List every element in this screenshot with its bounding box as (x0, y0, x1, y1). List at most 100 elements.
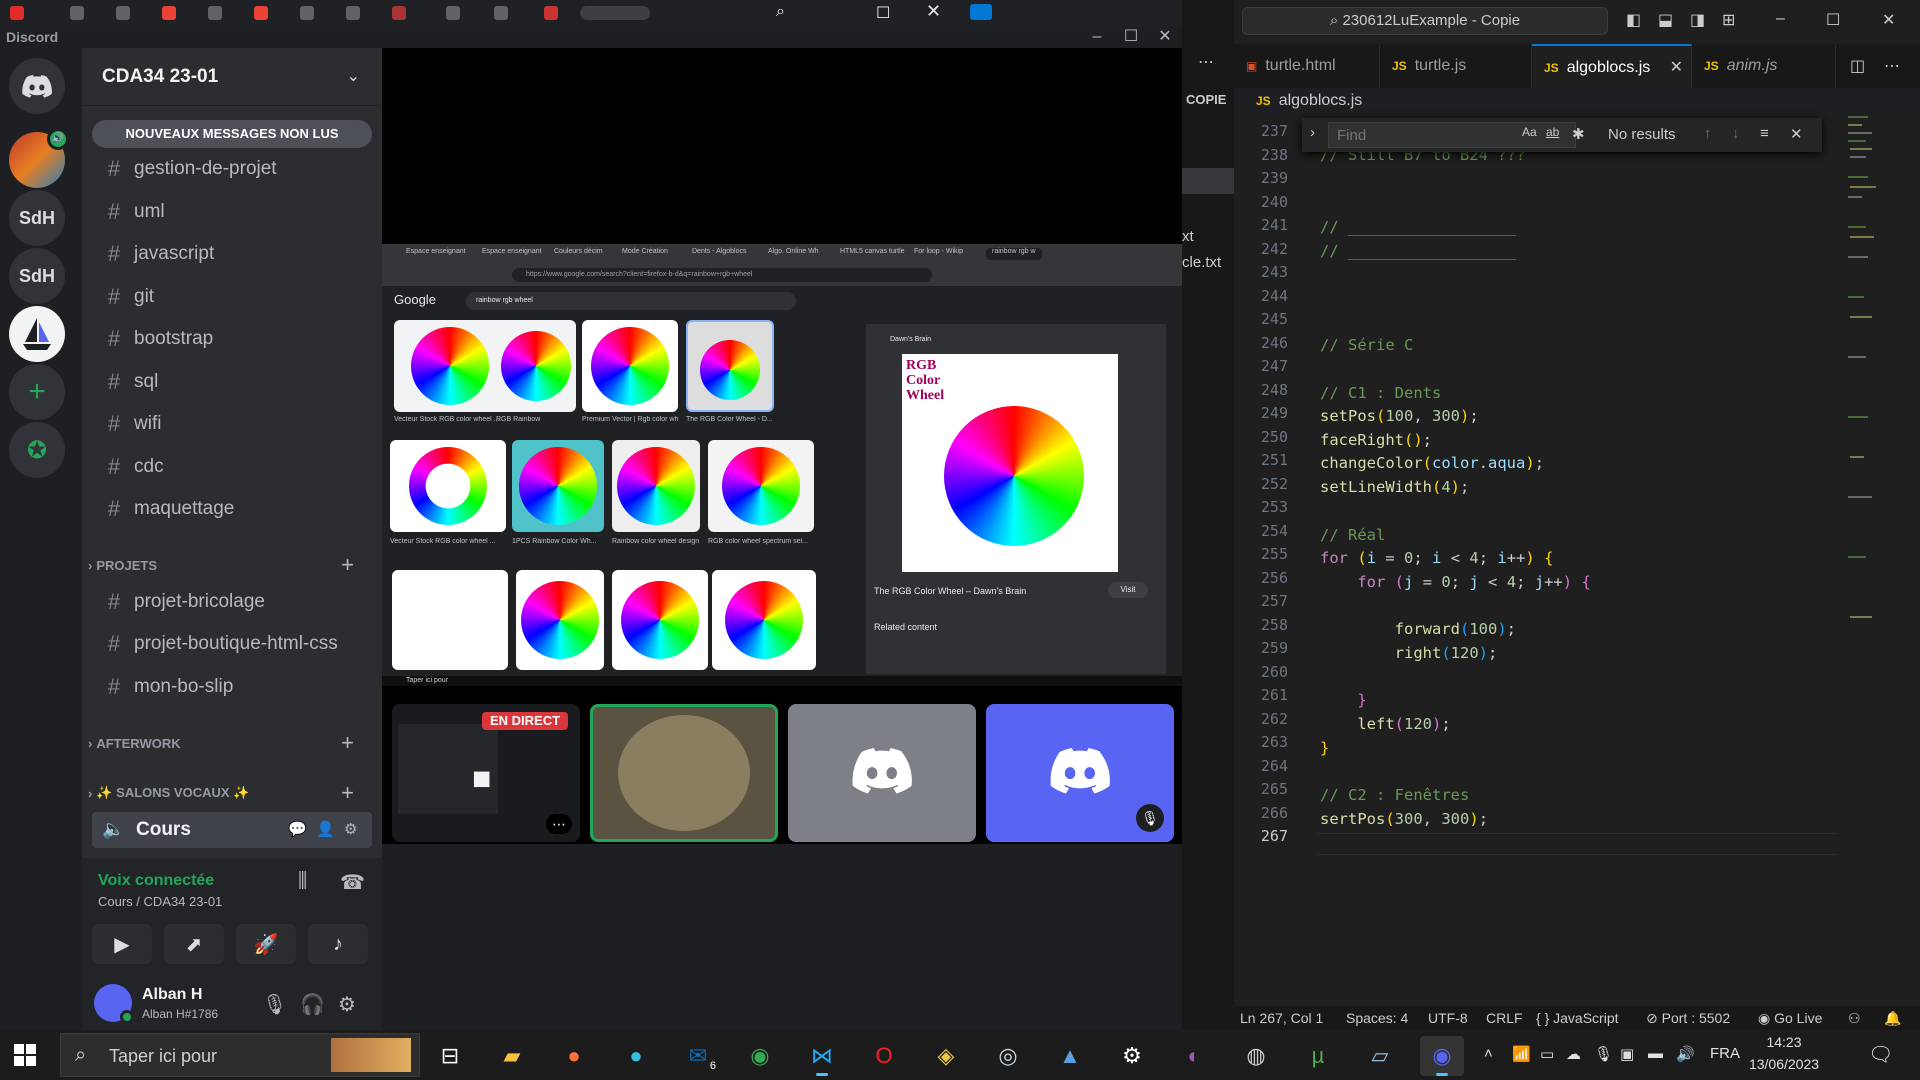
soundboard-button[interactable]: ♪ (308, 924, 368, 964)
channel-git[interactable]: # git (92, 280, 372, 314)
photos-icon[interactable]: ▲ (1048, 1036, 1092, 1076)
channel-sql[interactable]: # sql (92, 365, 372, 399)
encoding[interactable]: UTF-8 (1428, 1010, 1468, 1026)
add-channel-icon[interactable]: + (341, 730, 354, 756)
tab-icon[interactable] (116, 6, 130, 20)
firefox-icon[interactable]: ● (552, 1036, 596, 1076)
tab-icon[interactable] (392, 6, 406, 20)
live-server-port[interactable]: ⊘ Port : 5502 (1646, 1010, 1730, 1027)
file-explorer-icon[interactable]: ▰ (490, 1036, 534, 1076)
show-hidden-icons[interactable]: ˄ (1484, 1045, 1493, 1062)
camera-button[interactable]: ▶ (92, 924, 152, 964)
maximize-icon[interactable]: ☐ (876, 3, 890, 23)
direct-messages-button[interactable] (9, 58, 65, 114)
explore-servers-compass-icon[interactable]: ✪ (9, 422, 65, 478)
line-ending[interactable]: CRLF (1486, 1010, 1523, 1026)
tab-icon[interactable] (162, 6, 176, 20)
chevron-down-icon[interactable]: ⌄ (347, 66, 360, 86)
unread-messages-pill[interactable]: NOUVEAUX MESSAGES NON LUS (92, 120, 372, 148)
tab-icon[interactable] (346, 6, 360, 20)
network-icon[interactable]: 📶 (1512, 1045, 1531, 1063)
language-indicator[interactable]: FRA (1710, 1045, 1740, 1062)
tab-turtle-js[interactable]: JS turtle.js (1380, 44, 1532, 88)
channel-wifi[interactable]: # wifi (92, 407, 372, 441)
language-mode[interactable]: { } JavaScript (1536, 1010, 1619, 1026)
close-icon[interactable]: ✕ (926, 1, 941, 22)
next-match-icon[interactable]: ↓ (1732, 125, 1740, 142)
gear-icon[interactable]: ⚙ (338, 992, 356, 1017)
channel-uml[interactable]: # uml (92, 195, 372, 229)
noise-suppression-icon[interactable]: ⫼ (298, 870, 307, 893)
tab-icon[interactable] (300, 6, 314, 20)
more-actions-icon[interactable]: ⋯ (1198, 52, 1214, 72)
utorrent-icon[interactable]: µ (1296, 1036, 1340, 1076)
activities-button[interactable]: 🚀 (236, 924, 296, 964)
channel-cdc[interactable]: # cdc (92, 450, 372, 484)
tab-algoblocs-js[interactable]: JS algoblocs.js ✕ (1532, 44, 1692, 88)
avatar[interactable] (94, 984, 134, 1024)
display-icon[interactable]: ▣ (1620, 1045, 1634, 1063)
close-tab-icon[interactable]: ✕ (1670, 46, 1683, 90)
microphone-icon[interactable]: 🎙 (1594, 1045, 1613, 1063)
chevron-right-icon[interactable]: › (1310, 124, 1315, 141)
tab-icon[interactable] (70, 6, 84, 20)
match-whole-word-icon[interactable]: ab (1546, 125, 1559, 139)
steam-icon[interactable]: ◎ (986, 1036, 1030, 1076)
invite-icon[interactable]: 👤 (316, 820, 335, 838)
category-voice[interactable]: › ✨ SALONS VOCAUX ✨ + (88, 780, 368, 806)
chat-icon[interactable]: 💬 (288, 820, 307, 838)
find-input[interactable] (1328, 122, 1576, 148)
previous-match-icon[interactable]: ↑ (1704, 125, 1712, 142)
mail-icon[interactable]: ✉ 6 (676, 1036, 720, 1076)
close-icon[interactable]: ✕ (1150, 26, 1180, 48)
tab-active[interactable] (580, 6, 650, 20)
server-icon-cda[interactable]: 🔊 (9, 128, 69, 188)
taskbar-search[interactable]: ⌕ Taper ici pour (60, 1033, 420, 1077)
find-in-selection-icon[interactable]: ≡ (1760, 125, 1769, 142)
breadcrumb[interactable]: JS algoblocs.js (1256, 92, 1362, 110)
disconnect-icon[interactable]: ☎ (340, 870, 365, 895)
server-icon-boat[interactable] (9, 306, 65, 362)
screen-share-button[interactable]: ⬈ (164, 924, 224, 964)
toggle-sidebar-icon[interactable]: ◧ (1626, 10, 1641, 30)
participant-tile-stream[interactable]: EN DIRECT ■ ⋯ (392, 704, 580, 842)
toggle-secondary-sidebar-icon[interactable]: ◨ (1690, 10, 1705, 30)
windows-start-button[interactable] (14, 1044, 36, 1066)
opera-icon[interactable]: O (862, 1036, 906, 1076)
onedrive-icon[interactable]: ☁ (1566, 1045, 1581, 1063)
explorer-file[interactable]: xt (1182, 228, 1221, 254)
toggle-panel-icon[interactable]: ⬓ (1658, 10, 1673, 30)
voice-channel-cours[interactable]: 🔈 Cours 💬 👤 ⚙ (92, 812, 372, 848)
category-afterwork[interactable]: › AFTERWORK + (88, 730, 368, 756)
gear-icon[interactable]: ⚙ (344, 820, 357, 838)
device-icon[interactable]: ▭ (1540, 1045, 1554, 1063)
edge-icon[interactable]: ● (614, 1036, 658, 1076)
tab-icon[interactable] (446, 6, 460, 20)
participant-tile-avatar[interactable] (590, 704, 778, 842)
microphone-icon[interactable]: 🎙 (262, 992, 287, 1017)
participant-tile-grey[interactable] (788, 704, 976, 842)
add-channel-icon[interactable]: + (341, 780, 354, 806)
tab-anim-js[interactable]: JS anim.js (1692, 44, 1836, 88)
channel-projet-boutique-html-css[interactable]: # projet-boutique-html-css (92, 627, 372, 661)
category-projets[interactable]: › PROJETS + (88, 552, 368, 578)
vscode-taskbar-icon[interactable] (970, 4, 992, 20)
discord-taskbar-icon[interactable]: ◉ (1420, 1036, 1464, 1076)
close-icon[interactable]: ✕ (1790, 125, 1803, 143)
cursor-position[interactable]: Ln 267, Col 1 (1240, 1010, 1323, 1026)
add-channel-icon[interactable]: + (341, 552, 354, 578)
channel-maquettage[interactable]: # maquettage (92, 492, 372, 526)
settings-gear-icon[interactable]: ⚙ (1110, 1036, 1154, 1076)
regex-icon[interactable]: ✱ (1572, 125, 1585, 143)
participant-tile-blue[interactable]: 🎙 (986, 704, 1174, 842)
voice-location[interactable]: Cours / CDA34 23-01 (98, 894, 222, 909)
volume-icon[interactable]: 🔊 (1676, 1045, 1695, 1063)
notifications-icon[interactable]: 🗨 (1868, 1042, 1893, 1067)
minimap[interactable] (1844, 116, 1904, 646)
explorer-selected-row[interactable] (1182, 168, 1234, 194)
server-icon-sdh-2[interactable]: SdH (9, 248, 65, 304)
channel-projet-bricolage[interactable]: # projet-bricolage (92, 585, 372, 619)
tab-icon[interactable] (544, 6, 558, 20)
server-icon-sdh-1[interactable]: SdH (9, 190, 65, 246)
channel-bootstrap[interactable]: # bootstrap (92, 322, 372, 356)
